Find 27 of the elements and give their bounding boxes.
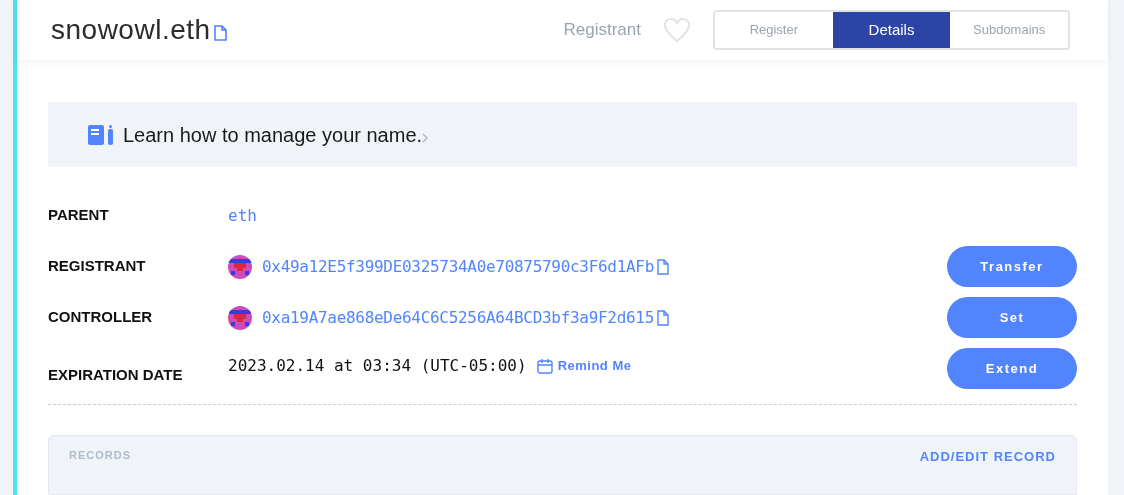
remind-me-button[interactable]: Remind Me [536,355,632,376]
help-banner[interactable]: Learn how to manage your name. [48,102,1077,167]
tab[interactable]: Details [832,12,951,48]
action-button[interactable]: Transfer [947,246,1077,287]
copy-icon[interactable] [213,25,227,41]
records-heading: RECORDS [69,448,131,463]
help-text: Learn how to manage your name. [123,122,423,148]
copy-icon[interactable] [657,258,669,275]
action-button[interactable]: Set [947,297,1077,338]
field-label: PARENT [48,205,110,226]
book-icon [88,124,114,145]
address-link[interactable]: 0x49a12E5f399DE0325734A0e70875790c3F6d1AFb [262,254,654,279]
parent-link[interactable]: eth [228,203,257,228]
field-label: CONTROLLER [48,307,154,328]
field-label: REGISTRANT [48,256,147,277]
avatar-icon [228,305,252,330]
chevron-right-icon [422,132,429,143]
calendar-icon [536,357,553,374]
add-edit-record-link[interactable]: ADD/EDIT RECORD [919,447,1056,467]
action-button[interactable]: Extend [947,348,1077,389]
role-label: Registrant [563,19,641,42]
copy-icon[interactable] [657,309,669,326]
avatar-icon [228,254,252,279]
field-label: EXPIRATION DATE [48,365,184,386]
address-link[interactable]: 0xa19A7ae868eDe64C6C5256A64BCD3bf3a9F2d615 [262,305,654,330]
domain-title: snowowl.eth [51,13,211,47]
expiration-date: 2023.02.14 at 03:34 (UTC-05:00) [228,354,527,377]
